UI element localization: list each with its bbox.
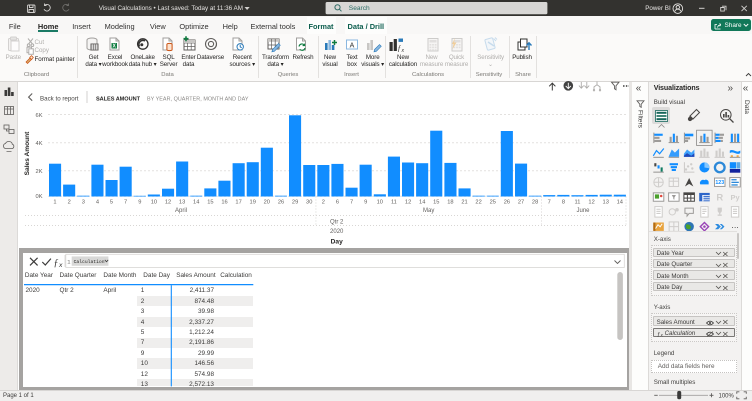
svg-text:Py: Py [731, 193, 741, 202]
svg-text:⋯: ⋯ [731, 222, 738, 231]
svg-text:100%: 100% [718, 394, 734, 400]
svg-text:x: x [659, 333, 663, 337]
svg-text:R: R [716, 193, 723, 204]
svg-text:123: 123 [715, 180, 724, 186]
